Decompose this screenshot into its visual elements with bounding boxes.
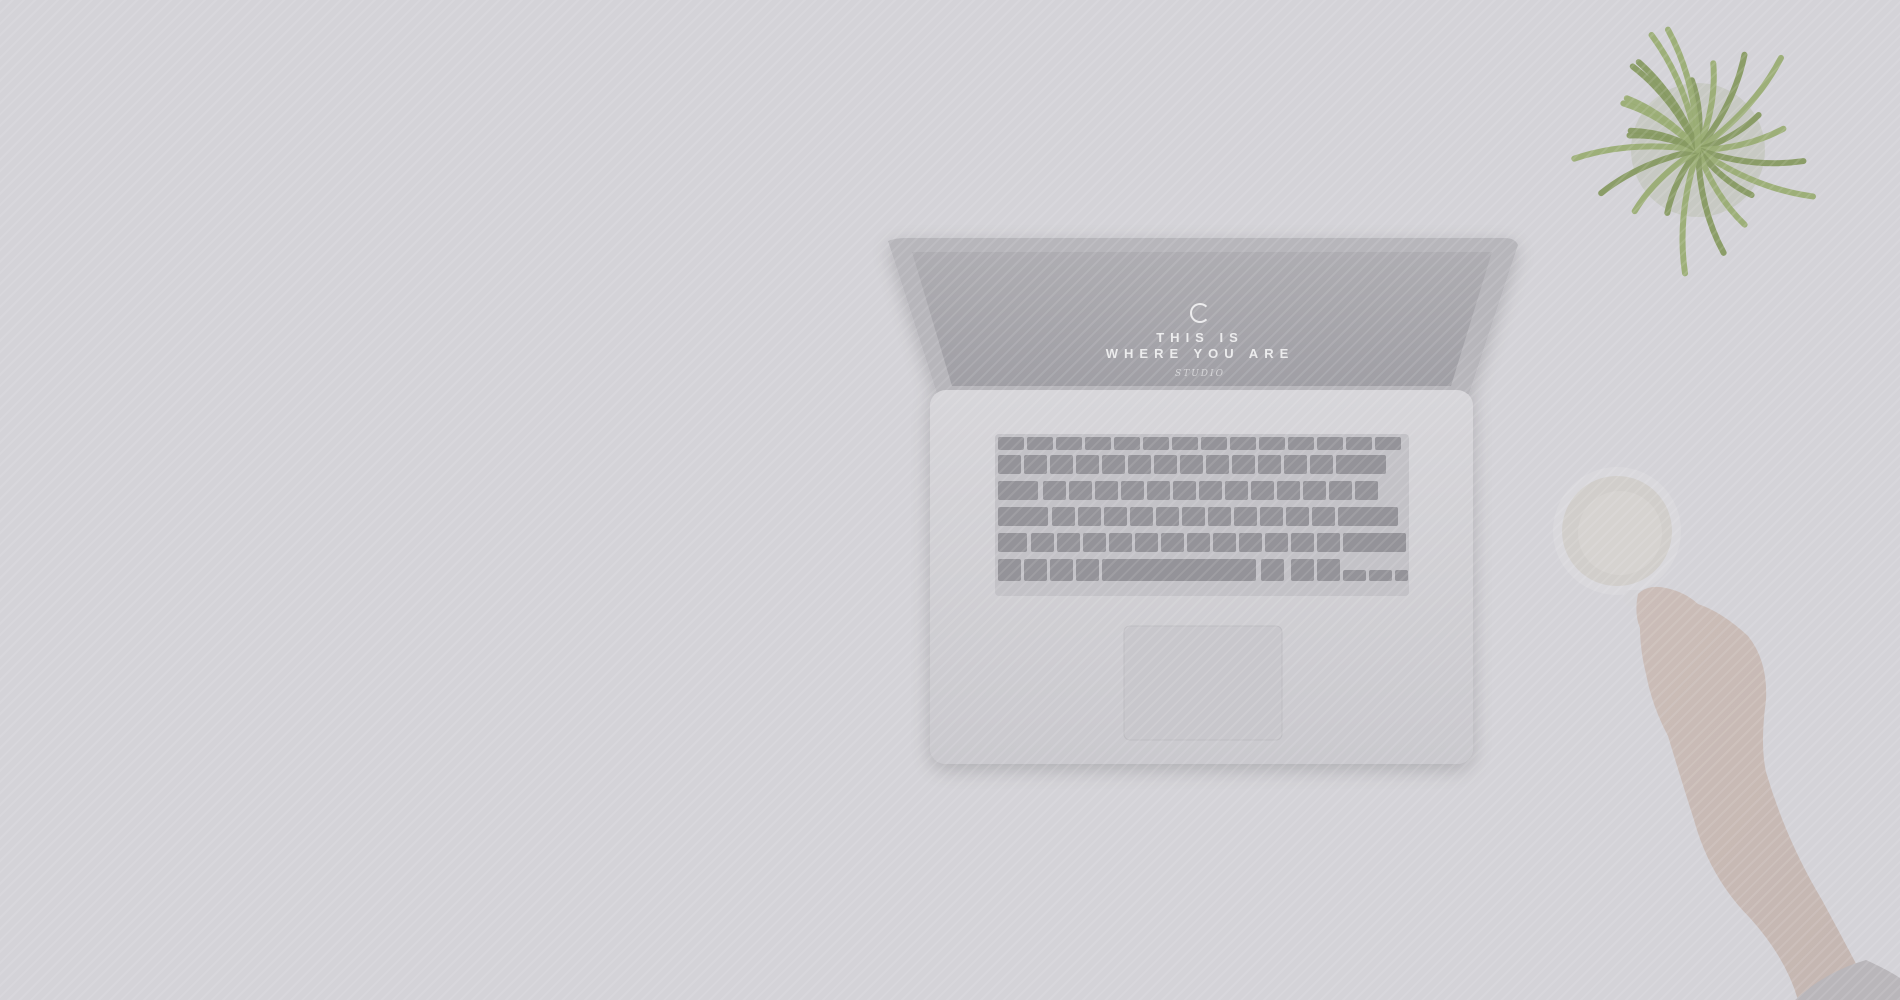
keyboard-key xyxy=(1343,570,1366,581)
keyboard-key xyxy=(1239,533,1262,552)
keyboard-key xyxy=(1310,455,1333,474)
keyboard-key xyxy=(1284,455,1307,474)
keyboard-key xyxy=(1208,507,1231,526)
keyboard-key xyxy=(1291,533,1314,552)
keyboard-key xyxy=(1258,455,1281,474)
keyboard-key xyxy=(1121,481,1144,500)
keyboard-key xyxy=(1147,481,1170,500)
keyboard-key xyxy=(1206,455,1229,474)
keyboard-key xyxy=(1286,507,1309,526)
keyboard-key xyxy=(1104,507,1127,526)
keyboard-key xyxy=(1317,437,1343,450)
keyboard-key xyxy=(1057,533,1080,552)
keyboard-key xyxy=(1369,570,1392,581)
keyboard-key xyxy=(1395,570,1408,581)
desk-scene xyxy=(888,26,1900,1000)
keyboard-key xyxy=(1078,507,1101,526)
screen-title-line-1: THIS IS xyxy=(1156,330,1244,345)
laptop-screen-text: THIS IS WHERE YOU ARE studio xyxy=(1040,303,1360,381)
keyboard-key xyxy=(998,437,1024,450)
keyboard-key xyxy=(1135,533,1158,552)
keyboard-key xyxy=(1260,507,1283,526)
keyboard-key xyxy=(1114,437,1140,450)
keyboard-key xyxy=(1199,481,1222,500)
keyboard-key xyxy=(1346,437,1372,450)
hero-background: THIS IS WHERE YOU ARE studio xyxy=(0,0,1900,1000)
keyboard-key xyxy=(1085,437,1111,450)
keyboard-key xyxy=(1182,507,1205,526)
keyboard-key xyxy=(1043,481,1066,500)
coffee-cup xyxy=(1553,467,1681,606)
keyboard-key xyxy=(1172,437,1198,450)
keyboard-key xyxy=(1180,455,1203,474)
screen-subtitle: studio xyxy=(1175,369,1225,379)
keyboard-key xyxy=(1277,481,1300,500)
keyboard-key xyxy=(1154,455,1177,474)
keyboard-key xyxy=(1343,533,1406,552)
cup-foam xyxy=(1578,491,1662,575)
keyboard-key xyxy=(1312,507,1335,526)
keyboard-key xyxy=(1213,533,1236,552)
keyboard-key xyxy=(1232,455,1255,474)
keyboard-key xyxy=(998,507,1048,526)
keyboard-key xyxy=(1024,455,1047,474)
keyboard-key xyxy=(1317,533,1340,552)
keyboard-key xyxy=(1355,481,1378,500)
keyboard-key xyxy=(1161,533,1184,552)
screen-logo-icon xyxy=(1190,303,1210,323)
plant-leaves xyxy=(1571,26,1816,277)
keyboard-key xyxy=(1230,437,1256,450)
hand xyxy=(1636,586,1900,1000)
keyboard-key xyxy=(1291,559,1314,581)
keyboard-key xyxy=(1187,533,1210,552)
keyboard-key xyxy=(1050,559,1073,581)
keyboard-key xyxy=(998,559,1021,581)
screen-title-line-2: WHERE YOU ARE xyxy=(1105,346,1295,361)
keyboard-key xyxy=(1259,437,1285,450)
keyboard-key xyxy=(1128,455,1151,474)
keyboard-key xyxy=(1031,533,1054,552)
keyboard-key xyxy=(1052,507,1075,526)
trackpad xyxy=(1123,625,1283,741)
keyboard-key xyxy=(1109,533,1132,552)
keyboard-key xyxy=(1234,507,1257,526)
keyboard-key xyxy=(1076,559,1099,581)
keyboard-key xyxy=(1338,507,1398,526)
keyboard-key xyxy=(1251,481,1274,500)
keyboard-key xyxy=(1375,437,1401,450)
keyboard-key xyxy=(1069,481,1092,500)
keyboard-key xyxy=(998,533,1027,552)
keyboard-key xyxy=(1265,533,1288,552)
keyboard-key xyxy=(1336,455,1386,474)
keyboard-key xyxy=(1024,559,1047,581)
keyboard-key xyxy=(1050,455,1073,474)
keyboard-key xyxy=(1027,437,1053,450)
plant xyxy=(1571,26,1816,277)
keyboard-key xyxy=(1083,533,1106,552)
keyboard-key xyxy=(1201,437,1227,450)
keyboard-key xyxy=(1303,481,1326,500)
keyboard-key xyxy=(1261,559,1284,581)
keyboard-key xyxy=(1317,559,1340,581)
keyboard-key xyxy=(1102,455,1125,474)
keyboard-key xyxy=(1225,481,1248,500)
keyboard-key xyxy=(1329,481,1352,500)
keyboard-key xyxy=(1156,507,1179,526)
keyboard-key xyxy=(1143,437,1169,450)
keyboard-key xyxy=(1130,507,1153,526)
keyboard-key xyxy=(1095,481,1118,500)
keyboard-key xyxy=(1056,437,1082,450)
keyboard-key xyxy=(1120,559,1256,581)
hand-shape xyxy=(1636,586,1875,1000)
keyboard-key xyxy=(998,481,1038,500)
keyboard-key xyxy=(1173,481,1196,500)
keyboard-key xyxy=(1076,455,1099,474)
keyboard-key xyxy=(998,455,1021,474)
keyboard-key xyxy=(1288,437,1314,450)
